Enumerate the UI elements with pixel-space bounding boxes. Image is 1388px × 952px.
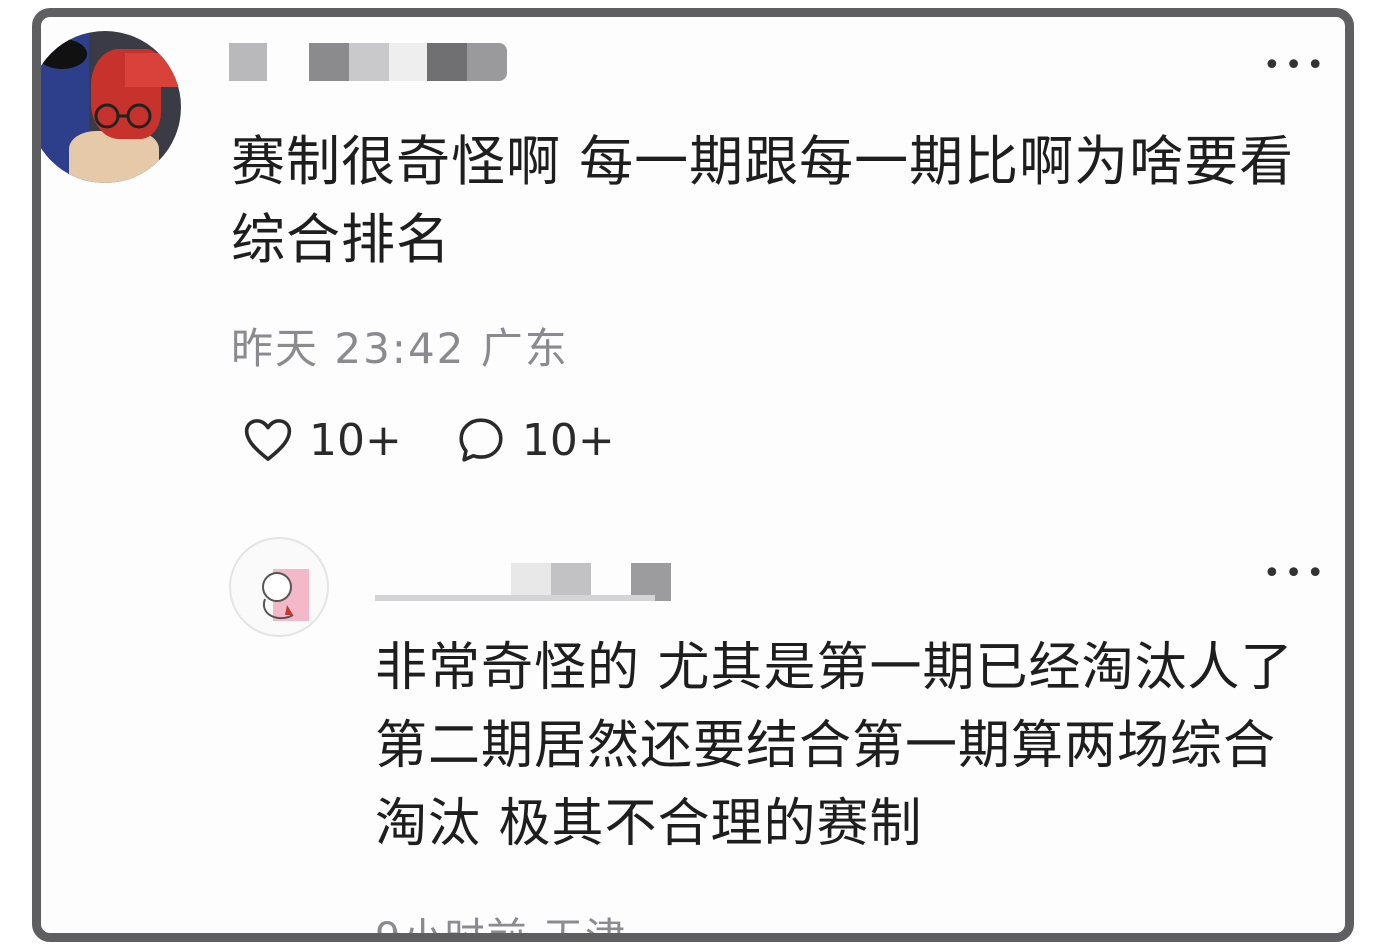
reply-button[interactable]: 10+ bbox=[454, 413, 615, 467]
like-button[interactable]: 10+ bbox=[241, 413, 402, 467]
more-dots-icon[interactable]: ••• bbox=[1263, 51, 1328, 81]
reply-more-dots-icon[interactable]: ••• bbox=[1263, 559, 1328, 589]
reply-time: 9小时前 bbox=[375, 915, 529, 942]
reply-username-redacted[interactable] bbox=[375, 561, 675, 605]
username-redacted[interactable] bbox=[229, 41, 519, 85]
comment-location: 广东 bbox=[480, 324, 569, 373]
reply-count: 10+ bbox=[521, 414, 615, 466]
reply-meta: 9小时前 天津 bbox=[375, 905, 628, 942]
reply-avatar[interactable] bbox=[229, 537, 329, 637]
cartoon-avatar-icon bbox=[262, 569, 309, 621]
heart-icon bbox=[244, 419, 292, 461]
comment-text: 赛制很奇怪啊 每一期跟每一期比啊为啥要看综合排名 bbox=[231, 130, 1295, 271]
comment-card: ••• 赛制很奇怪啊 每一期跟每一期比啊为啥要看综合排名 昨天 23:42 广东… bbox=[32, 8, 1354, 942]
comment-time: 昨天 23:42 bbox=[231, 324, 466, 373]
like-count: 10+ bbox=[309, 414, 402, 466]
reply-text: 非常奇怪的 尤其是第一期已经淘汰人了 第二期居然还要结合第一期算两场综合淘汰 极… bbox=[375, 638, 1294, 854]
comment-bubble-icon bbox=[459, 418, 503, 462]
reply-location: 天津 bbox=[543, 915, 628, 942]
comment-meta: 昨天 23:42 广东 bbox=[231, 315, 569, 376]
comment-actions: 10+ 10+ bbox=[241, 413, 667, 467]
avatar[interactable] bbox=[41, 31, 181, 183]
glasses-icon bbox=[94, 103, 152, 129]
